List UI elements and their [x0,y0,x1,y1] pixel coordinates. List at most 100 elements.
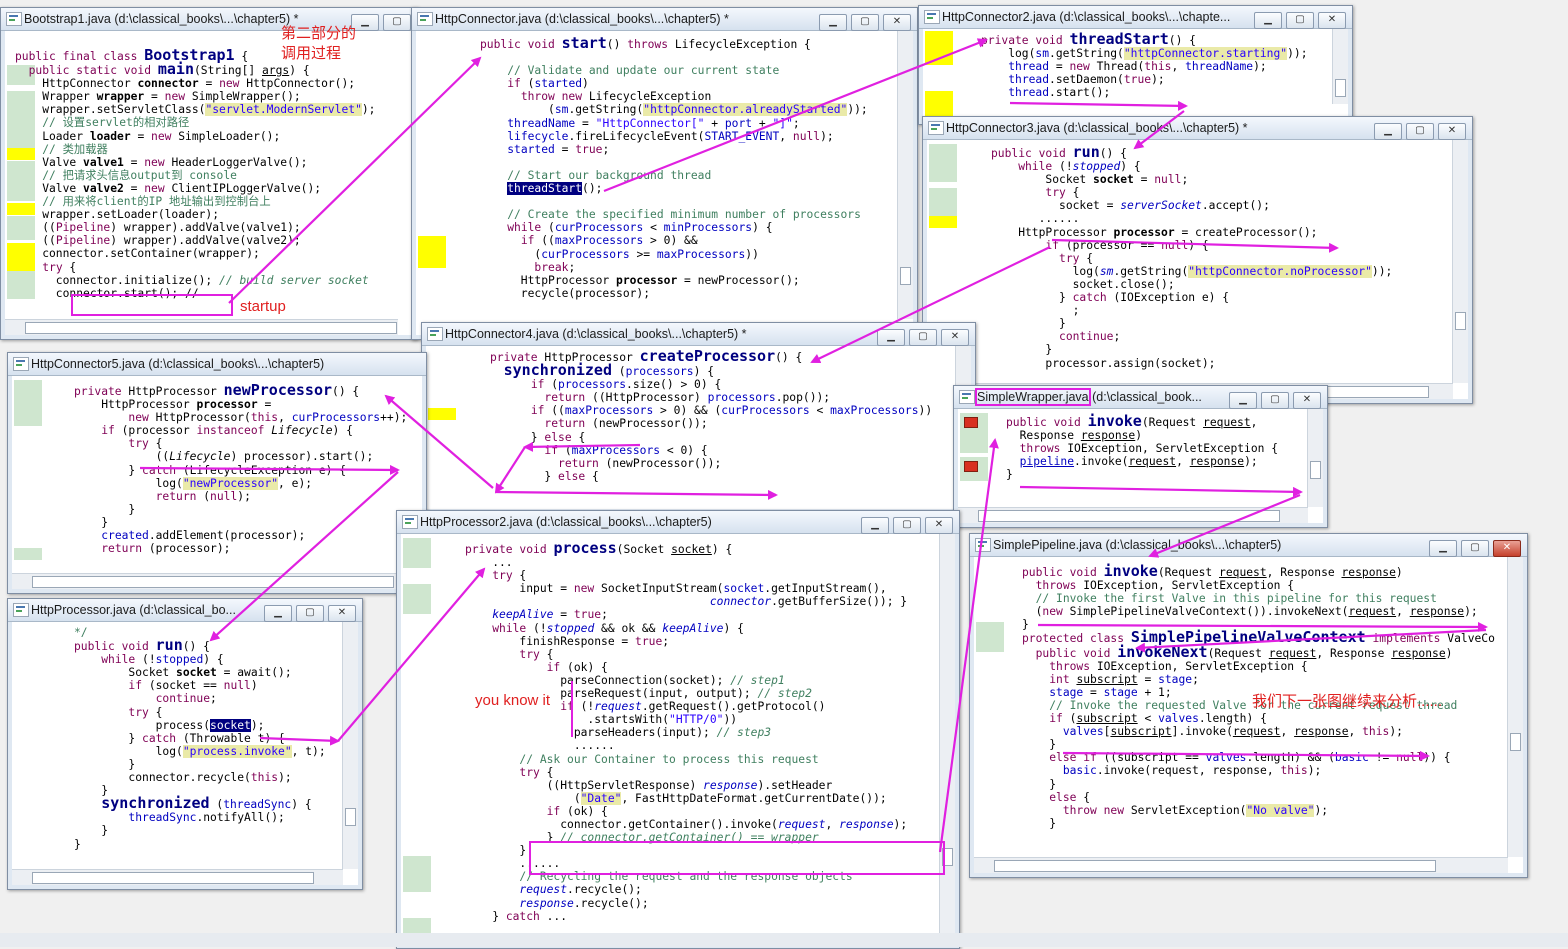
window-title: HttpConnector5.java (d:\classical_books\… [31,357,325,371]
close-button[interactable]: ✕ [883,14,911,31]
vertical-scrollbar[interactable] [1507,557,1523,857]
code-text: public final class Bootstrap1 { public s… [15,46,376,300]
close-button[interactable]: ✕ [925,517,953,534]
annotation-call-process: 调用过程 [281,45,342,62]
horizontal-scrollbar[interactable] [12,573,422,589]
title-bar[interactable]: HttpConnector4.java (d:\classical_books\… [422,323,975,346]
close-button[interactable]: ✕ [1438,123,1466,140]
code-editor[interactable]: */ public void run() { while (!stopped) … [12,622,358,885]
minimize-button[interactable]: ▁ [1229,392,1257,409]
title-bar[interactable]: SimpleWrapper.java (d:\classical_book...… [954,386,1327,409]
window-simplepipeline[interactable]: SimplePipeline.java (d:\classical_books\… [969,533,1528,878]
title-bar[interactable]: HttpConnector5.java (d:\classical_books\… [8,353,426,376]
maximize-button[interactable]: ▢ [1406,123,1434,140]
maximize-button[interactable]: ▢ [909,329,937,346]
window-title: HttpProcessor.java (d:\classical_bo... [31,603,236,617]
java-file-icon [924,10,940,24]
vertical-scrollbar[interactable] [342,622,358,869]
code-editor[interactable]: public void invoke(Request request, Resp… [958,409,1323,523]
java-file-icon [13,357,29,371]
title-bar[interactable]: HttpConnector.java (d:\classical_books\.… [412,8,917,31]
title-bar[interactable]: HttpProcessor.java (d:\classical_bo... ▁… [8,599,362,622]
minimize-button[interactable]: ▁ [877,329,905,346]
code-editor[interactable]: public void invoke(Request request, Resp… [974,557,1523,873]
editor-gutter [12,622,46,885]
close-button[interactable]: ✕ [941,329,969,346]
close-button[interactable]: ✕ [1293,392,1321,409]
title-bar[interactable]: HttpConnector3.java (d:\classical_books\… [923,117,1472,140]
horizontal-scrollbar[interactable] [5,319,398,335]
code-text: private void threadStart() { log(sm.getS… [981,30,1308,100]
code-editor[interactable]: public void run() { while (!stopped) { S… [927,140,1468,399]
maximize-button[interactable]: ▢ [893,517,921,534]
editor-gutter [416,31,450,335]
horizontal-scrollbar[interactable] [12,869,343,885]
window-title-file: SimpleWrapper.java [975,388,1091,406]
close-button[interactable]: ✕ [1318,12,1346,29]
close-button[interactable]: ✕ [328,605,356,622]
window-httpprocessor[interactable]: HttpProcessor.java (d:\classical_bo... ▁… [7,598,363,890]
close-button[interactable]: ✕ [1493,540,1521,557]
window-title: HttpConnector2.java (d:\classical_books\… [942,10,1231,24]
minimize-button[interactable]: ▁ [1374,123,1402,140]
annotation-next-figure: 我们下一张图继续来分析...... [1252,693,1443,710]
editor-gutter [401,534,435,944]
vertical-scrollbar[interactable] [1332,29,1348,104]
window-title: HttpProcessor2.java (d:\classical_books\… [420,515,712,529]
title-bar[interactable]: SimplePipeline.java (d:\classical_books\… [970,534,1527,557]
java-file-icon [417,12,433,26]
breakpoint-marker-icon [964,417,978,428]
window-httpconnector[interactable]: HttpConnector.java (d:\classical_books\.… [411,7,918,340]
title-bar[interactable]: HttpConnector2.java (d:\classical_books\… [919,6,1352,29]
minimize-button[interactable]: ▁ [861,517,889,534]
window-httpconnector5[interactable]: HttpConnector5.java (d:\classical_books\… [7,352,427,594]
editor-gutter [12,376,46,589]
vertical-scrollbar[interactable] [939,534,955,944]
code-editor[interactable]: private void process(Socket socket) { ..… [401,534,955,944]
window-title: SimpleWrapper.java (d:\classical_book... [975,388,1202,406]
highlight-parse-steps [571,681,573,737]
window-title-path: (d:\classical_book... [1088,390,1202,404]
maximize-button[interactable]: ▢ [1286,12,1314,29]
window-httpconnector4[interactable]: HttpConnector4.java (d:\classical_books\… [421,322,976,514]
vertical-scrollbar[interactable] [1452,140,1468,383]
java-file-icon [928,121,944,135]
annotation-startup: startup [240,298,286,315]
maximize-button[interactable]: ▢ [1461,540,1489,557]
vertical-scrollbar[interactable] [1307,409,1323,507]
maximize-button[interactable]: ▢ [383,14,411,31]
window-httpconnector2[interactable]: HttpConnector2.java (d:\classical_books\… [918,5,1353,125]
minimize-button[interactable]: ▁ [1429,540,1457,557]
horizontal-scrollbar[interactable] [958,507,1308,523]
maximize-button[interactable]: ▢ [851,14,879,31]
window-simplewrapper[interactable]: SimpleWrapper.java (d:\classical_book...… [953,385,1328,528]
editor-gutter [974,557,1008,873]
code-editor[interactable]: private void threadStart() { log(sm.getS… [923,29,1348,120]
window-title: SimplePipeline.java (d:\classical_books\… [993,538,1282,552]
window-bootstrap1[interactable]: Bootstrap1.java (d:\classical_books\...\… [0,7,418,340]
window-httpprocessor2[interactable]: HttpProcessor2.java (d:\classical_books\… [396,510,960,949]
horizontal-scrollbar[interactable] [974,857,1508,873]
minimize-button[interactable]: ▁ [1254,12,1282,29]
code-editor[interactable]: private HttpProcessor newProcessor() { H… [12,376,422,589]
title-bar[interactable]: HttpProcessor2.java (d:\classical_books\… [397,511,959,534]
code-text: private HttpProcessor newProcessor() { H… [74,381,408,556]
vertical-scrollbar[interactable] [897,31,913,319]
java-file-icon [402,515,418,529]
code-text: public void start() throws LifecycleExce… [480,34,868,300]
minimize-button[interactable]: ▁ [264,605,292,622]
code-editor[interactable]: private HttpProcessor createProcessor() … [426,346,971,509]
code-editor[interactable]: public final class Bootstrap1 { public s… [5,31,413,335]
maximize-button[interactable]: ▢ [296,605,324,622]
code-editor[interactable]: public void start() throws LifecycleExce… [416,31,913,335]
window-httpconnector3[interactable]: HttpConnector3.java (d:\classical_books\… [922,116,1473,404]
window-title: Bootstrap1.java (d:\classical_books\...\… [24,12,299,26]
java-file-icon [427,327,443,341]
taskbar-strip [0,933,1568,947]
minimize-button[interactable]: ▁ [819,14,847,31]
maximize-button[interactable]: ▢ [1261,392,1289,409]
code-text: */ public void run() { while (!stopped) … [74,626,326,851]
annotation-part-two: 第二部分的 [281,25,357,42]
code-text: public void run() { while (!stopped) { S… [991,143,1393,370]
editor-gutter [923,29,957,120]
